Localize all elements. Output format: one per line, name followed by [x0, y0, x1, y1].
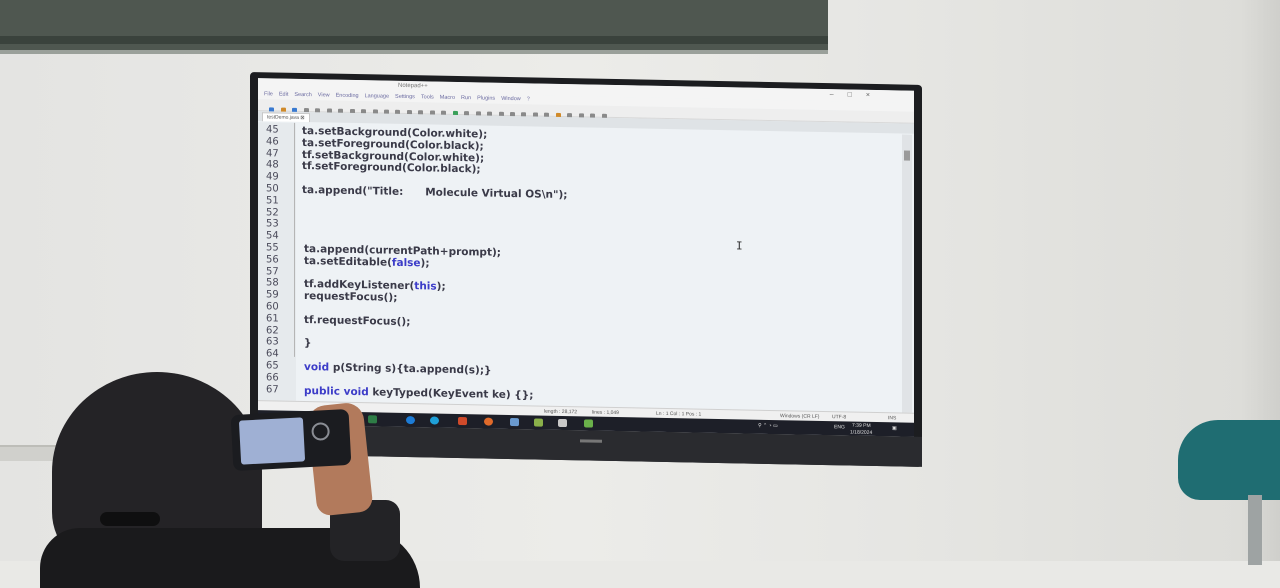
- status-eol: Windows (CR LF): [780, 413, 820, 420]
- window-app-icon[interactable]: [558, 418, 567, 428]
- stool-leg: [1248, 495, 1262, 565]
- scrollbar-thumb[interactable]: [904, 150, 910, 161]
- line-number: 67: [266, 383, 279, 396]
- teal-stool: [1178, 420, 1280, 500]
- menu-item-file[interactable]: File: [264, 91, 273, 97]
- menu-item-help[interactable]: ?: [527, 96, 530, 102]
- line-number: 62: [266, 324, 279, 337]
- fold-margin: [294, 122, 295, 357]
- line-number: 46: [266, 136, 279, 148]
- notification-icon[interactable]: ▣: [892, 425, 897, 431]
- smartphone: [230, 408, 352, 472]
- status-encoding: UTF-8: [832, 414, 847, 421]
- menu-item-tools[interactable]: Tools: [421, 94, 434, 100]
- code-text: tf.requestFocus();: [304, 313, 411, 328]
- hair-clip: [100, 512, 160, 526]
- line-number: 65: [266, 360, 279, 372]
- file-tab[interactable]: testDemo.java ⊠: [262, 112, 310, 123]
- brave-icon[interactable]: [458, 416, 467, 426]
- phone-camera-icon: [311, 421, 331, 441]
- line-number: 45: [266, 124, 279, 136]
- code-text: ta.setEditable(false);: [304, 254, 430, 270]
- line-number: 64: [266, 348, 279, 360]
- line-number: 50: [266, 183, 279, 195]
- monitor-screen: Notepad++ –□× File Edit Search View Encoding…: [258, 78, 914, 437]
- phone-screen: [238, 417, 306, 465]
- window-title: Notepad++: [398, 82, 428, 90]
- monitor-brand-logo: [580, 439, 602, 443]
- status-mode: INS: [888, 415, 897, 422]
- menu-item-settings[interactable]: Settings: [395, 94, 415, 100]
- chalkboard-rail: [0, 36, 828, 44]
- code-text: requestFocus();: [304, 290, 398, 305]
- clock-time[interactable]: 7:39 PM: [852, 423, 871, 429]
- code-text: }: [304, 337, 312, 350]
- line-number: 58: [266, 277, 279, 289]
- menu-item-macro[interactable]: Macro: [440, 95, 455, 101]
- firefox-icon[interactable]: [484, 417, 493, 426]
- terminal-icon[interactable]: [584, 419, 593, 428]
- line-number: 56: [266, 254, 279, 266]
- line-number: 55: [266, 242, 279, 254]
- chalkboard: [0, 0, 828, 54]
- line-number: 53: [266, 218, 279, 230]
- status-lines: lines : 1,049: [592, 409, 619, 417]
- vertical-scrollbar[interactable]: [902, 134, 912, 413]
- notepad-plus-plus-icon[interactable]: [534, 418, 543, 427]
- status-position: Ln : 1 Col : 1 Pos : 1: [656, 410, 702, 418]
- menu-item-run[interactable]: Run: [461, 95, 471, 101]
- line-number: 48: [266, 159, 279, 171]
- status-length: length : 28,172: [544, 408, 578, 416]
- line-number: 51: [266, 195, 279, 207]
- menu-item-window[interactable]: Window: [501, 96, 521, 102]
- line-number: 47: [266, 147, 279, 160]
- app-icon[interactable]: [368, 415, 377, 424]
- menu-item-view[interactable]: View: [318, 92, 330, 98]
- code-text: ta.append("Title: Molecule Virtual OS\n"…: [302, 183, 568, 202]
- code-editor[interactable]: 45 ta.setBackground(Color.white); 46 ta.set…: [258, 122, 902, 413]
- line-number: 57: [266, 265, 279, 278]
- line-number: 59: [266, 289, 279, 301]
- internet-explorer-icon[interactable]: [406, 415, 415, 425]
- line-number: 52: [266, 206, 279, 219]
- tray-icons[interactable]: ⚲ ⌃ ◔ ▭: [758, 423, 778, 429]
- menu-item-language[interactable]: Language: [365, 93, 389, 99]
- text-cursor-icon: I: [736, 239, 743, 253]
- line-number: 61: [266, 313, 279, 325]
- window-controls[interactable]: –□×: [830, 91, 884, 99]
- line-number: 63: [266, 336, 279, 348]
- menu-item-edit[interactable]: Edit: [279, 92, 288, 98]
- language-indicator[interactable]: ENG: [834, 424, 845, 430]
- line-number: 54: [266, 230, 279, 242]
- code-text: tf.setForeground(Color.black);: [302, 160, 481, 176]
- file-tab-label: testDemo.java: [267, 114, 299, 121]
- code-text: public void keyTyped(KeyEvent ke) {};: [304, 384, 534, 402]
- menu-item-search[interactable]: Search: [294, 92, 311, 98]
- line-number: 49: [266, 171, 279, 183]
- line-number: 60: [266, 301, 279, 313]
- menu-item-plugins[interactable]: Plugins: [477, 95, 495, 101]
- edge-icon[interactable]: [430, 416, 439, 425]
- line-number: 66: [266, 372, 279, 384]
- file-explorer-icon[interactable]: [510, 417, 519, 427]
- code-text: void p(String s){ta.append(s);}: [304, 361, 492, 377]
- menu-item-encoding[interactable]: Encoding: [336, 93, 359, 99]
